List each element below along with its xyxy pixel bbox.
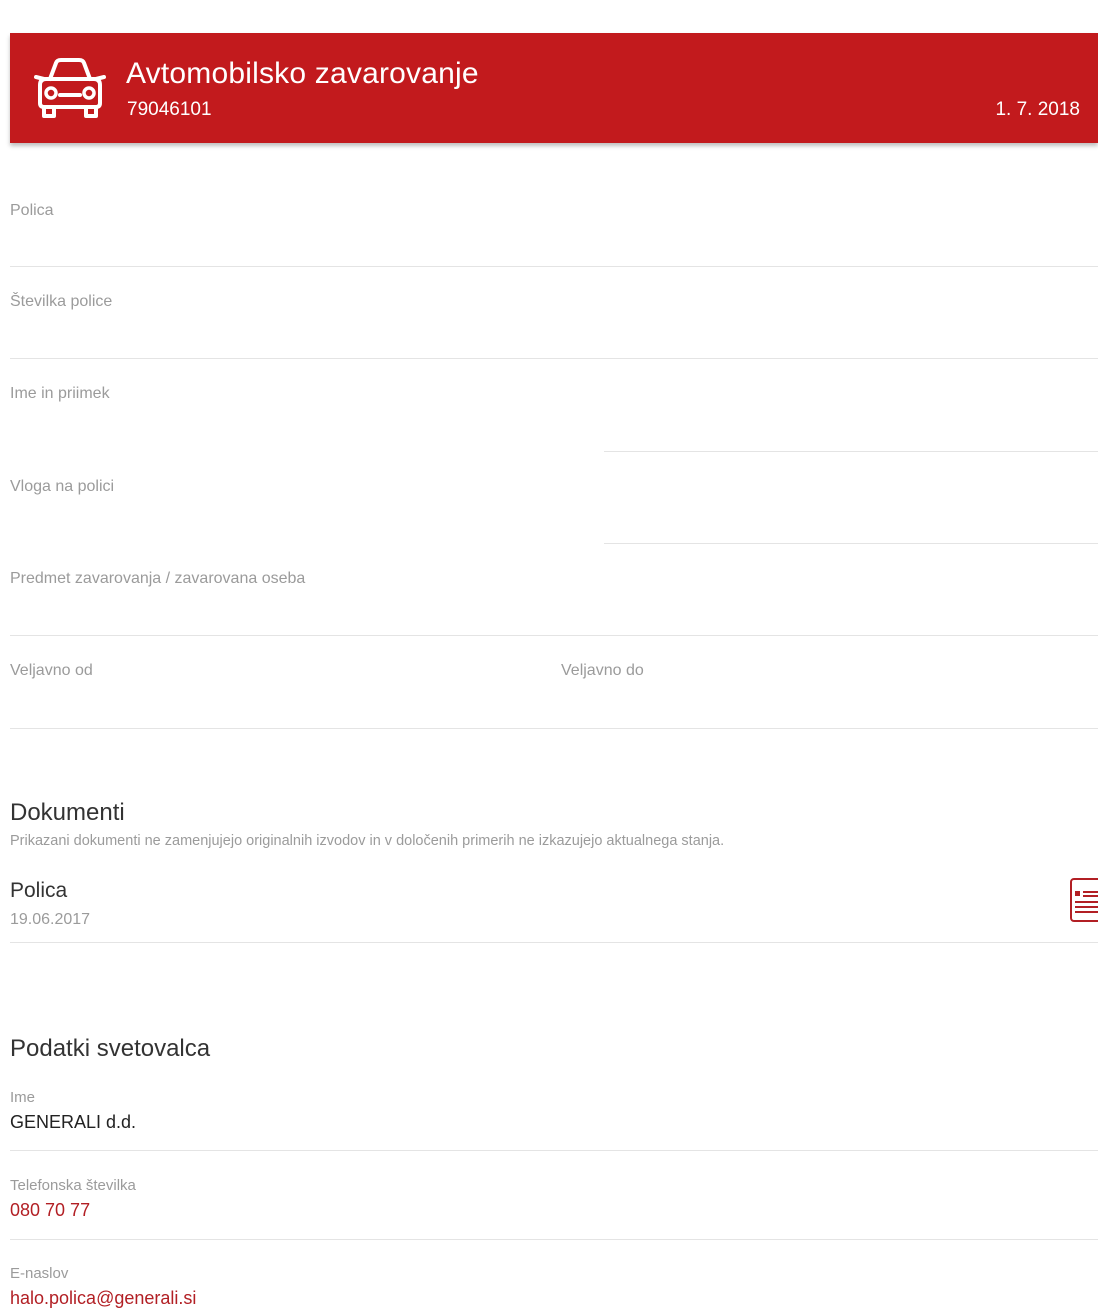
advisor-email-label: E-naslov — [10, 1265, 69, 1282]
advisor-email-link[interactable]: halo.polica@generali.si — [10, 1288, 196, 1309]
documents-note: Prikazani dokumenti ne zamenjujejo origi… — [10, 833, 725, 849]
advisor-name-label: Ime — [10, 1089, 36, 1106]
advisor-name-value: GENERALI d.d. — [10, 1112, 137, 1132]
divider — [10, 728, 1098, 729]
policy-header: Avtomobilsko zavarovanje 79046101 1. 7. … — [10, 33, 1098, 143]
policy-date: 1. 7. 2018 — [995, 99, 1080, 120]
valid-from-label: Veljavno od — [10, 662, 93, 679]
advisor-phone-link[interactable]: 080 70 77 — [10, 1200, 90, 1221]
valid-to-label: Veljavno do — [561, 662, 644, 679]
policy-label: Polica — [10, 202, 54, 219]
policy-number: 79046101 — [127, 99, 212, 120]
divider — [10, 635, 1098, 636]
divider — [10, 358, 1098, 359]
name-label: Ime in priimek — [10, 385, 110, 402]
document-date: 19.06.2017 — [10, 911, 91, 928]
divider — [10, 942, 1098, 943]
document-icon[interactable] — [1069, 877, 1098, 923]
divider — [604, 543, 1098, 544]
advisor-title: Podatki svetovalca — [10, 1035, 211, 1062]
car-icon — [34, 58, 106, 118]
role-label: Vloga na polici — [10, 478, 115, 495]
divider — [10, 266, 1098, 267]
divider — [10, 1239, 1098, 1240]
policy-number-label: Številka police — [10, 293, 113, 310]
insured-object-label: Predmet zavarovanja / zavarovana oseba — [10, 570, 306, 587]
page-title: Avtomobilsko zavarovanje — [126, 57, 479, 90]
advisor-phone-label: Telefonska številka — [10, 1177, 136, 1194]
document-title[interactable]: Polica — [10, 879, 67, 903]
divider — [10, 1150, 1098, 1151]
divider — [604, 451, 1098, 452]
documents-title: Dokumenti — [10, 799, 125, 826]
